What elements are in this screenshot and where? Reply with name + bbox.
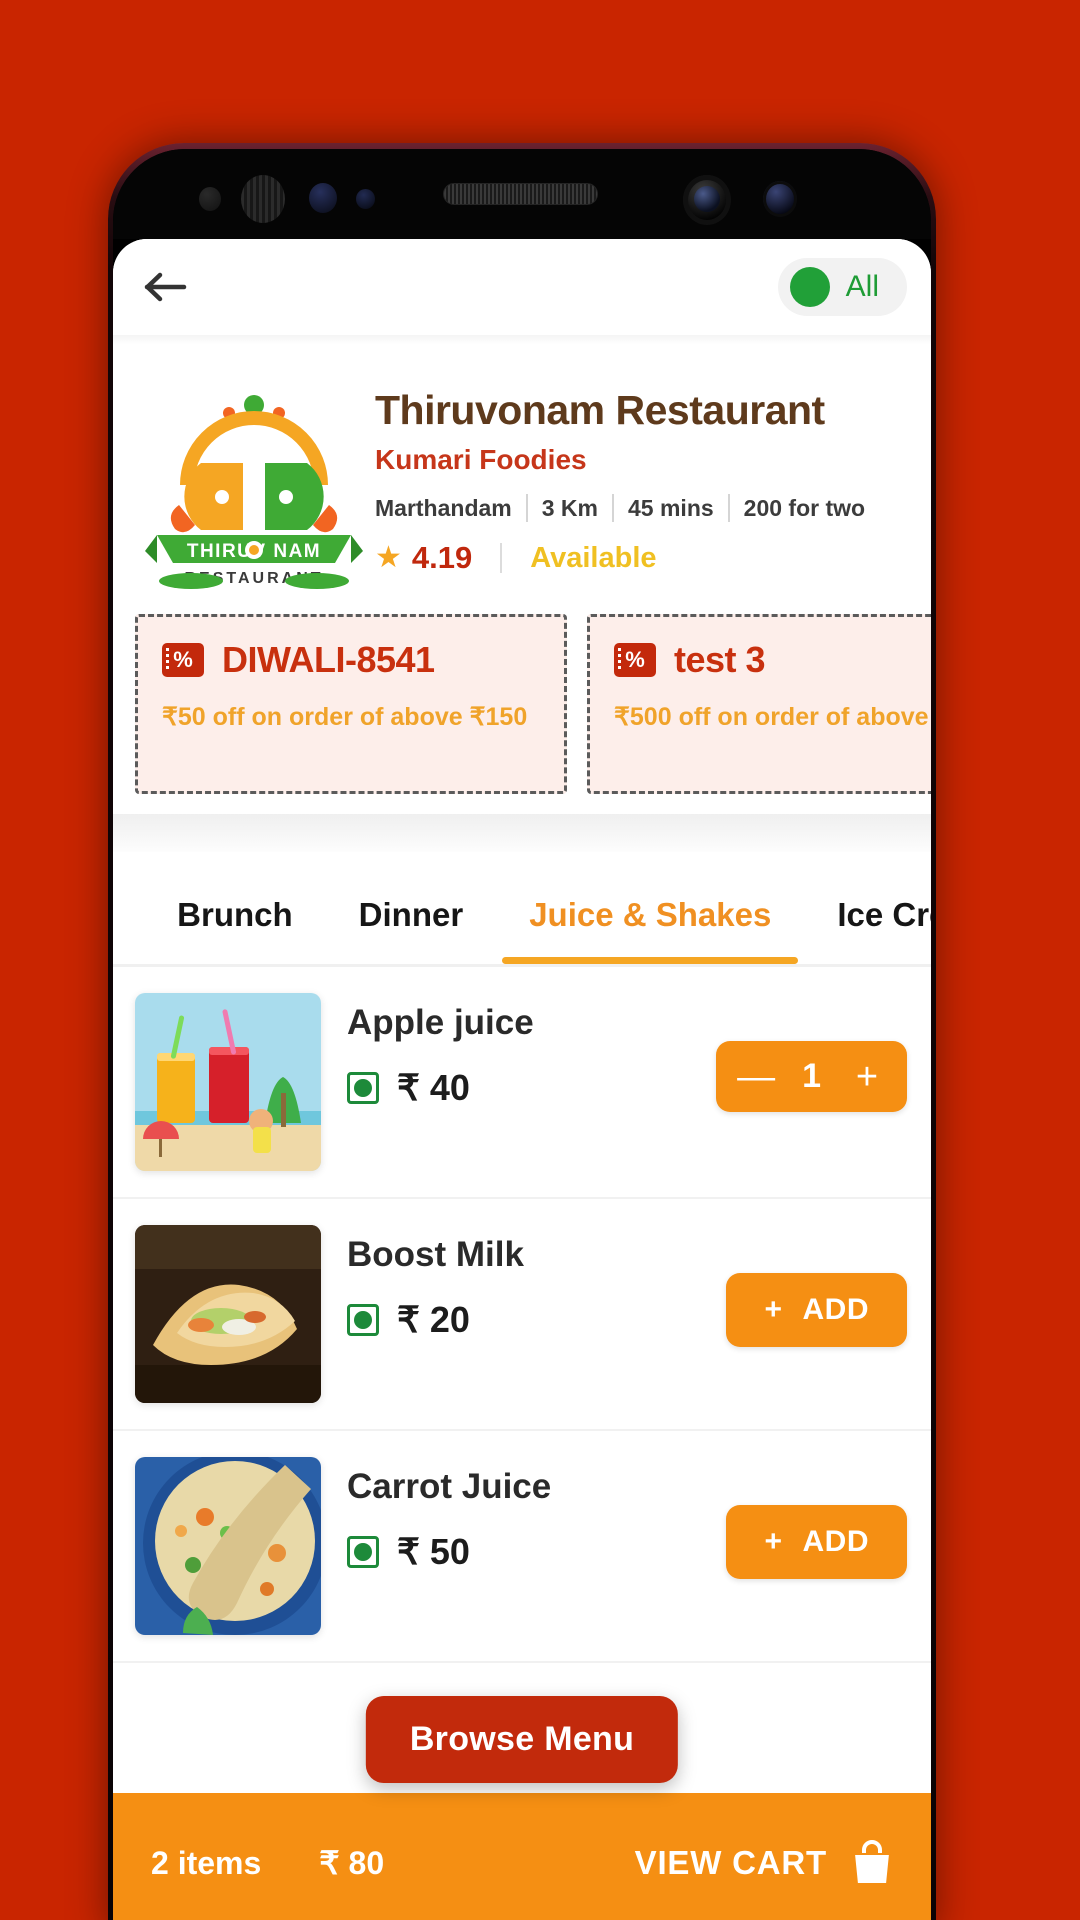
coupon-code: test 3 bbox=[674, 639, 766, 680]
menu-item-row[interactable]: Boost Milk ₹ 20 + ADD bbox=[113, 1199, 931, 1431]
menu-item-info: Boost Milk ₹ 20 bbox=[347, 1225, 700, 1341]
plus-icon: + bbox=[764, 1293, 783, 1326]
front-camera-secondary-icon bbox=[309, 183, 337, 213]
veg-indicator-icon bbox=[347, 1536, 379, 1568]
meta-delivery-time: 45 mins bbox=[628, 494, 714, 521]
quantity-value: 1 bbox=[802, 1057, 821, 1095]
plus-icon: + bbox=[764, 1525, 783, 1558]
tab-dinner[interactable]: Dinner bbox=[326, 896, 497, 964]
earpiece-speaker-icon bbox=[443, 183, 598, 205]
screenshot-root: All THIRUV NAM —RESTAURANT— Thiruvonam R… bbox=[0, 0, 1080, 1920]
browse-menu-button[interactable]: Browse Menu bbox=[365, 1696, 679, 1783]
veg-indicator-icon bbox=[347, 1304, 379, 1336]
cart-summary-bar[interactable]: 2 items ₹ 80 VIEW CART bbox=[113, 1793, 931, 1920]
coupon-carousel[interactable]: % DIWALI-8541 ₹50 off on order of above … bbox=[113, 600, 931, 814]
category-tab-bar[interactable]: h Brunch Dinner Juice & Shakes Ice Cream bbox=[113, 852, 931, 964]
menu-item-info: Carrot Juice ₹ 50 bbox=[347, 1457, 700, 1573]
menu-item-price: ₹ 40 bbox=[397, 1067, 470, 1108]
tab-strip-divider bbox=[113, 814, 931, 852]
iris-sensor-icon bbox=[241, 175, 285, 223]
availability-status: Available bbox=[530, 541, 657, 574]
menu-item-name: Carrot Juice bbox=[347, 1467, 552, 1506]
shopping-bag-icon bbox=[849, 1839, 895, 1887]
restaurant-meta-row: Marthandam 3 Km 45 mins 200 for two bbox=[375, 494, 905, 523]
star-icon: ★ bbox=[375, 541, 402, 575]
restaurant-logo: THIRUV NAM —RESTAURANT— bbox=[139, 371, 369, 590]
menu-item-row[interactable]: Carrot Juice ₹ 50 + ADD bbox=[113, 1431, 931, 1663]
menu-item-thumbnail bbox=[135, 1225, 321, 1403]
restaurant-owner: Kumari Foodies bbox=[375, 444, 587, 476]
menu-item-thumbnail bbox=[135, 993, 321, 1171]
quantity-stepper[interactable]: — 1 + bbox=[716, 1041, 907, 1112]
front-camera-main-icon bbox=[683, 175, 731, 225]
tab-ice-cream[interactable]: Ice Cream bbox=[804, 896, 931, 964]
add-to-cart-button[interactable]: + ADD bbox=[726, 1273, 907, 1347]
phone-bezel: All THIRUV NAM —RESTAURANT— Thiruvonam R… bbox=[113, 149, 931, 1920]
arrow-left-icon bbox=[144, 270, 188, 304]
menu-item-price-row: ₹ 50 bbox=[347, 1531, 700, 1573]
coupon-description: ₹500 off on order of above ₹100 bbox=[614, 703, 931, 731]
meta-cost-for-two: 200 for two bbox=[743, 494, 866, 521]
dosa-wrap-photo-icon bbox=[135, 1225, 321, 1403]
top-bar-divider bbox=[113, 335, 931, 345]
add-button-label: ADD bbox=[802, 1293, 869, 1326]
menu-item-name: Apple juice bbox=[347, 1003, 534, 1042]
restaurant-info: Thiruvonam Restaurant Kumari Foodies Mar… bbox=[375, 371, 905, 590]
ticket-percent-icon: % bbox=[162, 643, 204, 677]
decrement-button[interactable]: — bbox=[736, 1058, 776, 1096]
menu-item-row[interactable]: Apple juice ₹ 40 — 1 + bbox=[113, 967, 931, 1199]
veg-filter-toggle[interactable]: All bbox=[777, 258, 907, 316]
menu-item-price: ₹ 20 bbox=[397, 1299, 470, 1340]
menu-item-action: — 1 + bbox=[716, 993, 907, 1112]
veg-filter-dot-icon bbox=[789, 267, 830, 307]
ticket-percent-icon: % bbox=[614, 643, 656, 677]
phone-frame: All THIRUV NAM —RESTAURANT— Thiruvonam R… bbox=[108, 143, 936, 1920]
proximity-sensor-icon bbox=[199, 187, 221, 211]
veg-indicator-icon bbox=[347, 1072, 379, 1104]
light-sensor-icon bbox=[356, 189, 375, 209]
back-button[interactable] bbox=[141, 262, 191, 312]
restaurant-header: THIRUV NAM —RESTAURANT— Thiruvonam Resta… bbox=[113, 345, 931, 600]
menu-item-price: ₹ 50 bbox=[397, 1531, 470, 1572]
coupon-description: ₹50 off on order of above ₹150 bbox=[162, 703, 528, 731]
cart-item-count: 2 items bbox=[151, 1844, 262, 1881]
thiruvonam-logo-icon: THIRUV NAM —RESTAURANT— bbox=[145, 395, 363, 589]
increment-button[interactable]: + bbox=[847, 1058, 887, 1096]
coupon-code: DIWALI-8541 bbox=[222, 639, 435, 680]
app-screen: All THIRUV NAM —RESTAURANT— Thiruvonam R… bbox=[113, 239, 931, 1920]
menu-item-info: Apple juice ₹ 40 bbox=[347, 993, 690, 1109]
view-cart-action[interactable]: VIEW CART bbox=[635, 1839, 895, 1887]
tab-previous-clipped[interactable]: h bbox=[113, 896, 144, 964]
fried-rice-photo-icon bbox=[135, 1457, 321, 1635]
meta-distance: 3 Km bbox=[541, 494, 598, 521]
restaurant-rating-row: ★ 4.19 Available bbox=[375, 540, 905, 576]
add-button-label: ADD bbox=[802, 1525, 869, 1558]
add-to-cart-button[interactable]: + ADD bbox=[726, 1505, 907, 1579]
menu-item-action: + ADD bbox=[726, 1457, 907, 1579]
restaurant-name: Thiruvonam Restaurant bbox=[375, 387, 825, 433]
menu-item-price-row: ₹ 40 bbox=[347, 1067, 690, 1109]
view-cart-label: VIEW CART bbox=[634, 1844, 827, 1881]
menu-item-price-row: ₹ 20 bbox=[347, 1299, 700, 1341]
coupon-header: % test 3 bbox=[614, 639, 931, 681]
menu-item-action: + ADD bbox=[726, 1225, 907, 1347]
rating-value: 4.19 bbox=[411, 540, 473, 576]
tab-brunch[interactable]: Brunch bbox=[144, 896, 326, 964]
coupon-card[interactable]: % DIWALI-8541 ₹50 off on order of above … bbox=[135, 614, 567, 794]
juice-glasses-beach-illustration-icon bbox=[135, 993, 321, 1171]
menu-item-name: Boost Milk bbox=[347, 1235, 524, 1274]
front-camera-wide-icon bbox=[763, 181, 797, 217]
phone-sensor-strip bbox=[113, 149, 931, 239]
tab-juice-and-shakes[interactable]: Juice & Shakes bbox=[496, 896, 804, 964]
menu-item-thumbnail bbox=[135, 1457, 321, 1635]
menu-item-list: Apple juice ₹ 40 — 1 + Boost Milk ₹ 20 +… bbox=[113, 967, 931, 1663]
app-top-bar: All bbox=[113, 239, 931, 335]
veg-filter-label: All bbox=[845, 270, 879, 303]
coupon-header: % DIWALI-8541 bbox=[162, 639, 542, 681]
coupon-card[interactable]: % test 3 ₹500 off on order of above ₹100 bbox=[587, 614, 931, 794]
meta-location: Marthandam bbox=[375, 494, 512, 521]
rating-separator bbox=[500, 543, 503, 574]
cart-total-amount: ₹ 80 bbox=[319, 1845, 385, 1881]
